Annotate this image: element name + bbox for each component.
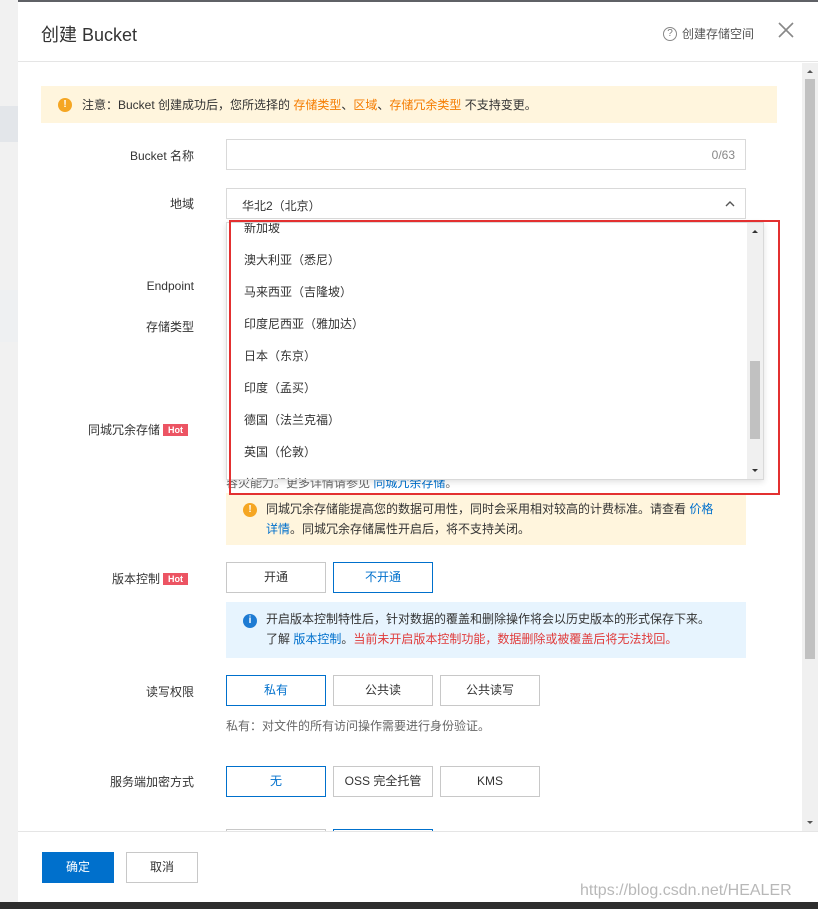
region-option-list: 新加坡 澳大利亚（悉尼） 马来西亚（吉隆坡） 印度尼西亚（雅加达） 日本（东京）… (227, 223, 747, 479)
info-icon: i (243, 614, 257, 628)
close-icon[interactable] (776, 20, 796, 40)
region-option[interactable]: 澳大利亚（悉尼） (227, 244, 747, 276)
versioning-disable-button[interactable]: 不开通 (333, 562, 433, 593)
redundancy-info-box: ! 同城冗余存储能提高您的数据可用性，同时会采用相对较高的计费标准。请查看 价格… (226, 493, 746, 545)
notice-banner: ! 注意：Bucket 创建成功后，您所选择的 存储类型、区域、存储冗余类型 不… (41, 86, 777, 123)
taskbar (0, 902, 818, 909)
notice-text: 注意：Bucket 创建成功后，您所选择的 存储类型、区域、存储冗余类型 不支持… (82, 96, 537, 113)
region-option[interactable]: 日本（东京） (227, 340, 747, 372)
warning-icon: ! (58, 97, 72, 112)
notice-separator: 、 (341, 98, 354, 112)
background-page (0, 0, 18, 909)
notice-suffix: 不支持变更。 (461, 98, 537, 112)
bucket-name-counter: 0/63 (711, 148, 735, 162)
redundancy-label: 同城冗余存储 Hot (28, 421, 188, 438)
panel-scroll-thumb[interactable] (805, 79, 815, 659)
versioning-info-box: i 开启版本控制特性后，针对数据的覆盖和删除操作将会以历史版本的形式保存下来。 … (226, 602, 746, 658)
question-circle-icon: ? (663, 26, 677, 41)
versioning-info-text: 开启版本控制特性后，针对数据的覆盖和删除操作将会以历史版本的形式保存下来。 了解… (266, 609, 736, 649)
versioning-doc-link[interactable]: 版本控制 (293, 632, 341, 646)
pricing-details-link[interactable]: 详情 (266, 522, 290, 536)
region-label: 地域 (169, 197, 194, 211)
region-option[interactable]: 印度（孟买） (227, 372, 747, 404)
region-selected-value: 华北2（北京） (242, 199, 321, 213)
page-title: 创建 Bucket (41, 25, 138, 45)
scroll-down-arrow-icon[interactable] (802, 817, 818, 829)
region-option[interactable]: 德国（法兰克福） (227, 404, 747, 436)
background-band (0, 106, 18, 142)
help-link[interactable]: ? 创建存储空间 (663, 25, 754, 42)
versioning-warning-text: 当前未开启版本控制功能，数据删除或被覆盖后将无法找回。 (353, 632, 678, 646)
scroll-up-arrow-icon[interactable] (802, 65, 818, 77)
notice-prefix: 注意：Bucket 创建成功后，您所选择的 (82, 98, 294, 112)
panel-scrollbar[interactable] (802, 63, 818, 831)
panel-header: 创建 Bucket ? 创建存储空间 (18, 2, 818, 62)
region-option[interactable]: 美国（硅谷） (227, 468, 747, 479)
encryption-label: 服务端加密方式 (109, 775, 194, 789)
redundancy-info-main: 同城冗余存储能提高您的数据可用性，同时会采用相对较高的计费标准。请查看 (266, 502, 690, 516)
scroll-down-arrow-icon[interactable] (747, 465, 763, 477)
region-option[interactable]: 马来西亚（吉隆坡） (227, 276, 747, 308)
region-dropdown-list: 新加坡 澳大利亚（悉尼） 马来西亚（吉隆坡） 印度尼西亚（雅加达） 日本（东京）… (226, 222, 764, 480)
watermark-text: https://blog.csdn.net/HEALER (580, 882, 792, 899)
dropdown-scrollbar[interactable] (747, 223, 763, 479)
hot-badge: Hot (163, 573, 188, 585)
region-select[interactable]: 华北2（北京） (226, 188, 746, 219)
acl-public-read-button[interactable]: 公共读 (333, 675, 433, 706)
acl-private-button[interactable]: 私有 (226, 675, 326, 706)
versioning-info-separator: 。 (341, 632, 354, 646)
encryption-oss-button[interactable]: OSS 完全托管 (333, 766, 433, 797)
scroll-up-arrow-icon[interactable] (747, 225, 763, 237)
panel-footer: 确定 取消 https://blog.csdn.net/HEALER (18, 831, 818, 909)
cancel-button[interactable]: 取消 (126, 852, 198, 883)
bucket-name-input[interactable]: 0/63 (226, 139, 746, 170)
notice-separator: 、 (377, 98, 390, 112)
versioning-label: 版本控制 Hot (28, 570, 188, 587)
confirm-button[interactable]: 确定 (42, 852, 114, 883)
region-option[interactable]: 英国（伦敦） (227, 436, 747, 468)
versioning-label-text: 版本控制 (111, 572, 160, 586)
versioning-info-line1: 开启版本控制特性后，针对数据的覆盖和删除操作将会以历史版本的形式保存下来。 (266, 612, 711, 626)
chevron-up-icon (725, 201, 735, 207)
redundancy-info-end: 。同城冗余存储属性开启后，将不支持关闭。 (290, 522, 531, 536)
dropdown-scroll-thumb[interactable] (750, 361, 760, 439)
redundancy-info-text: 同城冗余存储能提高您的数据可用性，同时会采用相对较高的计费标准。请查看 价格详情… (266, 499, 736, 539)
encryption-none-button[interactable]: 无 (226, 766, 326, 797)
region-option[interactable]: 印度尼西亚（雅加达） (227, 308, 747, 340)
hot-badge: Hot (163, 424, 188, 436)
versioning-enable-button[interactable]: 开通 (226, 562, 326, 593)
acl-public-read-write-button[interactable]: 公共读写 (440, 675, 540, 706)
background-band (0, 290, 18, 342)
storage-class-label: 存储类型 (145, 320, 194, 334)
pricing-link[interactable]: 价格 (689, 502, 713, 516)
versioning-info-prefix: 了解 (266, 632, 294, 646)
endpoint-label: Endpoint (146, 279, 194, 293)
acl-description: 私有：对文件的所有访问操作需要进行身份验证。 (226, 719, 491, 733)
notice-highlight-region: 区域 (353, 98, 378, 112)
warning-icon: ! (243, 503, 257, 517)
notice-highlight-redundancy: 存储冗余类型 (389, 98, 462, 112)
redundancy-label-text: 同城冗余存储 (87, 423, 160, 437)
encryption-kms-button[interactable]: KMS (440, 766, 540, 797)
create-bucket-panel: 创建 Bucket ? 创建存储空间 ! 注意：Bucket 创建成功后，您所选… (18, 0, 818, 909)
notice-highlight-storage-class: 存储类型 (293, 98, 342, 112)
region-option[interactable]: 新加坡 (227, 223, 747, 244)
help-label: 创建存储空间 (682, 27, 755, 41)
bucket-name-label: Bucket 名称 (129, 149, 194, 163)
acl-label: 读写权限 (145, 685, 194, 699)
